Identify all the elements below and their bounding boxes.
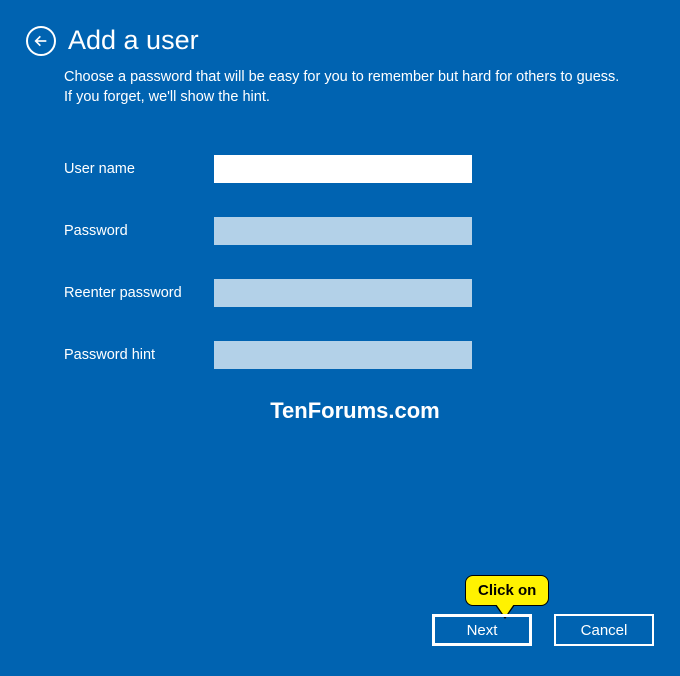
callout-text: Click on bbox=[478, 582, 536, 599]
next-button[interactable]: Next bbox=[432, 614, 532, 646]
back-button[interactable] bbox=[26, 26, 56, 56]
cancel-button[interactable]: Cancel bbox=[554, 614, 654, 646]
user-form: User name Password Reenter password Pass… bbox=[0, 107, 680, 369]
password-label: Password bbox=[64, 223, 214, 239]
reenter-password-input[interactable] bbox=[214, 279, 472, 307]
reenter-password-label: Reenter password bbox=[64, 285, 214, 301]
back-arrow-icon bbox=[33, 33, 49, 49]
button-bar: Next Cancel bbox=[432, 614, 654, 646]
page-subtitle: Choose a password that will be easy for … bbox=[0, 56, 680, 107]
password-hint-input[interactable] bbox=[214, 341, 472, 369]
username-input[interactable] bbox=[214, 155, 472, 183]
username-label: User name bbox=[64, 161, 214, 177]
watermark-text: TenForums.com bbox=[0, 398, 680, 424]
tutorial-callout: Click on bbox=[465, 575, 549, 606]
page-title: Add a user bbox=[68, 25, 199, 56]
password-hint-label: Password hint bbox=[64, 347, 214, 363]
password-input[interactable] bbox=[214, 217, 472, 245]
